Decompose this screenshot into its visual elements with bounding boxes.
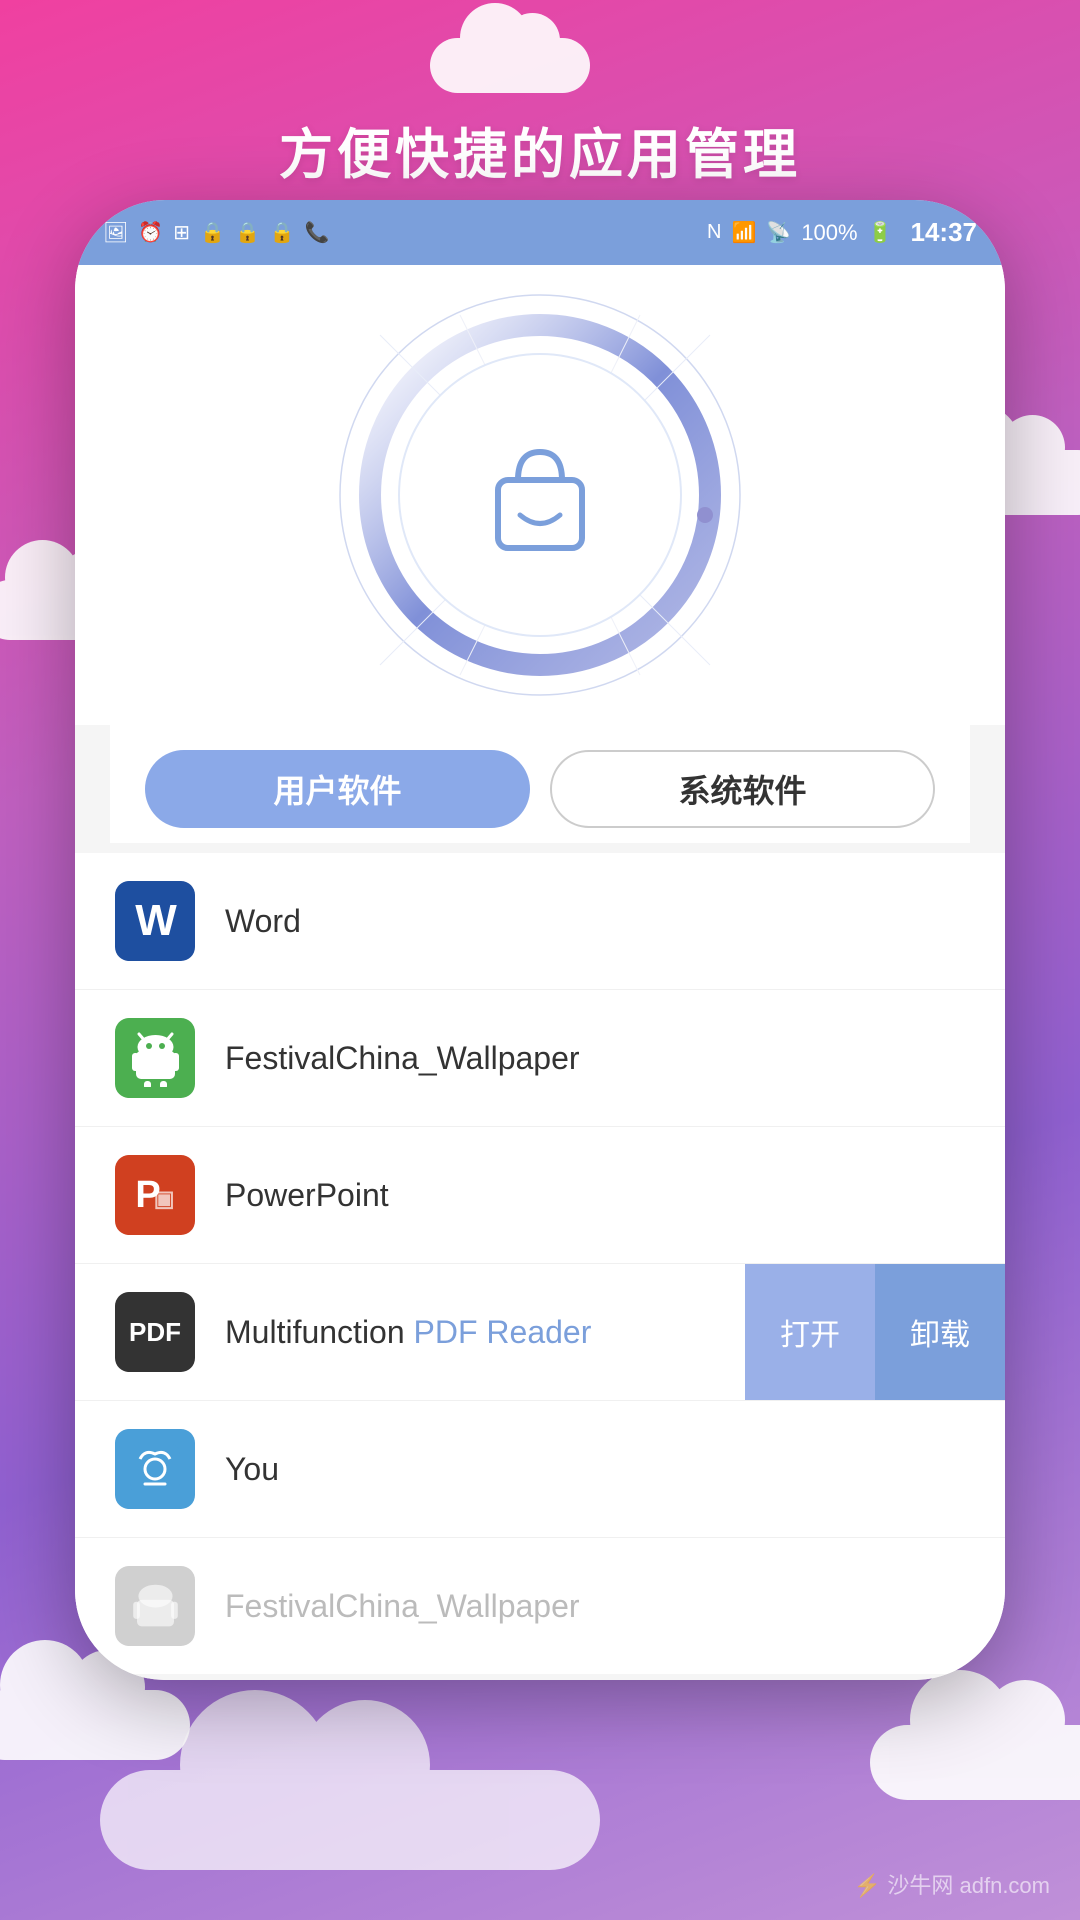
nfc-icon: N <box>707 221 721 244</box>
cloud-top <box>430 38 590 93</box>
page-title: 方便快捷的应用管理 <box>0 110 1080 189</box>
tab-row: 用户软件 系统软件 <box>110 725 970 843</box>
pdf-app-icon: PDF <box>115 1292 195 1372</box>
cloud-bottom-center <box>100 1770 600 1870</box>
festival-app-name: FestivalChina_Wallpaper <box>225 1040 580 1077</box>
lock2-icon: 🔒 <box>235 220 260 245</box>
call-icon: 📞 <box>305 220 330 245</box>
uninstall-button[interactable]: 卸载 <box>875 1264 1005 1400</box>
watermark-logo: ⚡ <box>854 1873 881 1898</box>
list-item[interactable]: W Word <box>75 853 1005 990</box>
you-app-name: You <box>225 1451 279 1488</box>
battery-text: 100% <box>801 220 857 246</box>
you-icon-svg <box>125 1439 185 1499</box>
list-item[interactable]: PDF Multifunction PDF Reader 打开 卸载 <box>75 1264 1005 1401</box>
tab-user-software[interactable]: 用户软件 <box>145 750 530 828</box>
watermark: ⚡ 沙牛网 adfn.com <box>854 1868 1050 1900</box>
menu-icon: ⊞ <box>173 220 190 245</box>
lock1-icon: 🔒 <box>200 220 225 245</box>
ppt-app-icon: P ▣ <box>115 1155 195 1235</box>
app-list: W Word <box>75 853 1005 1674</box>
status-time: 14:37 <box>911 217 978 248</box>
phone-frame: 🖼 ⏰ ⊞ 🔒 🔒 🔒 📞 N 📶 📡 100% 🔋 14:37 <box>75 200 1005 1680</box>
ppt-app-name: PowerPoint <box>225 1177 389 1214</box>
app-content: 用户软件 系统软件 W Word <box>75 265 1005 1680</box>
word-app-name: Word <box>225 903 301 940</box>
bag-svg <box>480 430 600 560</box>
tab-system-software[interactable]: 系统软件 <box>550 750 935 828</box>
photo-icon: 🖼 <box>103 220 128 245</box>
festival-app-icon <box>115 1018 195 1098</box>
wifi-icon: 📶 <box>732 220 757 245</box>
festival2-app-icon <box>115 1566 195 1646</box>
android-gray-icon-svg <box>128 1579 183 1634</box>
shopping-bag-icon <box>480 425 600 565</box>
battery-icon: 🔋 <box>868 220 893 245</box>
cloud-bottom-right <box>870 1725 1080 1800</box>
word-icon-letter: W <box>135 896 175 946</box>
list-item[interactable]: You <box>75 1401 1005 1538</box>
list-item[interactable]: FestivalChina_Wallpaper <box>75 1538 1005 1674</box>
action-overlay: 打开 卸载 <box>745 1264 1005 1400</box>
ppt-icon-sublabel: ▣ <box>154 1186 175 1212</box>
cloud-bottom-left <box>0 1690 190 1760</box>
android-icon-svg <box>128 1029 183 1087</box>
status-left-icons: 🖼 ⏰ ⊞ 🔒 🔒 🔒 📞 <box>103 220 330 245</box>
you-app-icon <box>115 1429 195 1509</box>
open-button[interactable]: 打开 <box>745 1264 875 1400</box>
watermark-text: 沙牛网 adfn.com <box>887 1873 1050 1898</box>
inner-circle <box>400 355 680 635</box>
festival2-app-name: FestivalChina_Wallpaper <box>225 1588 580 1625</box>
logo-area <box>75 265 1005 725</box>
circle-container <box>350 305 730 685</box>
alarm-icon: ⏰ <box>138 220 163 245</box>
word-app-icon: W <box>115 881 195 961</box>
list-item[interactable]: P ▣ PowerPoint <box>75 1127 1005 1264</box>
pdf-icon-label: PDF <box>129 1317 181 1348</box>
signal-icon: 📡 <box>766 220 791 245</box>
list-item[interactable]: FestivalChina_Wallpaper <box>75 990 1005 1127</box>
status-bar: 🖼 ⏰ ⊞ 🔒 🔒 🔒 📞 N 📶 📡 100% 🔋 14:37 <box>75 200 1005 265</box>
status-right-icons: N 📶 📡 100% 🔋 14:37 <box>707 217 977 248</box>
lock3-icon: 🔒 <box>270 220 295 245</box>
